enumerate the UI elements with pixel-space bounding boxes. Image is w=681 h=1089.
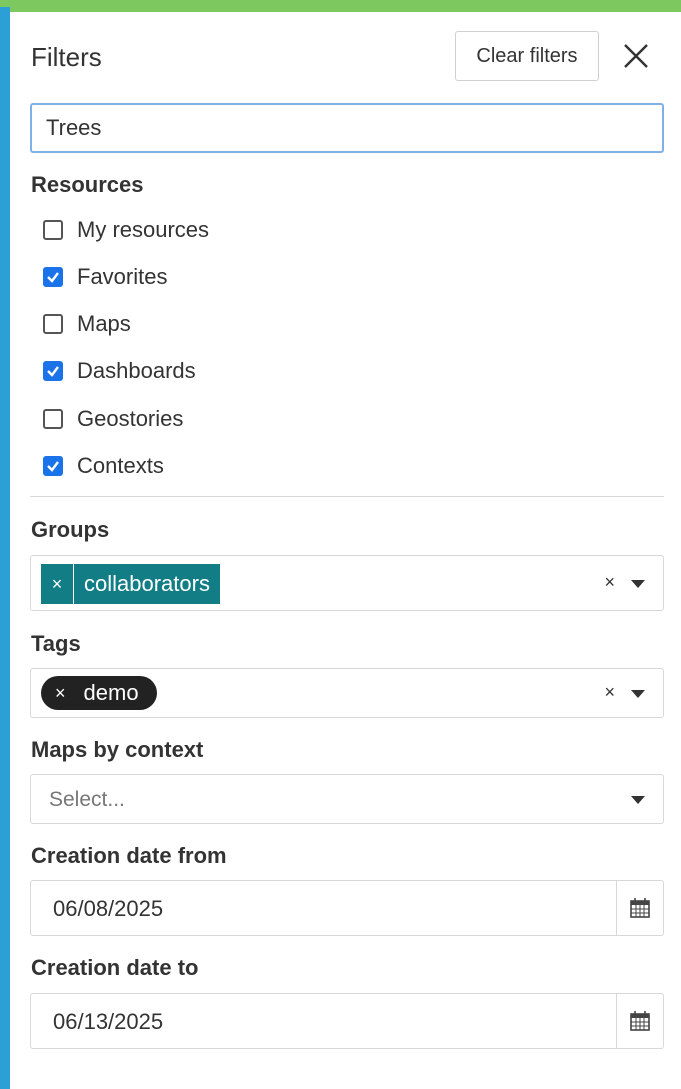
resource-label: Favorites (77, 264, 168, 289)
checkmark-icon (47, 366, 59, 377)
checkbox[interactable] (43, 456, 63, 476)
maps-by-context-label: Maps by context (31, 737, 204, 762)
clear-icon[interactable]: × (604, 572, 615, 593)
filters-panel: Filters Clear filters Resources My resou… (10, 12, 681, 1089)
panel-title: Filters (31, 42, 102, 72)
search-input[interactable] (30, 103, 664, 153)
tag-chip: × demo (41, 676, 157, 710)
clear-filters-button[interactable]: Clear filters (455, 31, 599, 81)
date-value: 06/08/2025 (53, 896, 164, 921)
creation-date-to-field[interactable]: 06/13/2025 (30, 993, 664, 1049)
divider (30, 496, 664, 497)
close-icon[interactable] (620, 40, 652, 72)
checkbox[interactable] (43, 314, 63, 334)
chevron-down-icon[interactable] (631, 690, 645, 698)
date-value: 06/13/2025 (53, 1009, 164, 1034)
calendar-button[interactable] (616, 881, 663, 935)
chevron-down-icon[interactable] (631, 580, 645, 588)
resource-label: Geostories (77, 406, 184, 431)
checkbox[interactable] (43, 409, 63, 429)
resource-geostories[interactable]: Geostories (43, 404, 183, 434)
chip-label: demo (83, 680, 139, 705)
creation-date-from-label: Creation date from (31, 843, 227, 868)
top-border (0, 0, 681, 7)
creation-date-from-field[interactable]: 06/08/2025 (30, 880, 664, 936)
resource-label: Dashboards (77, 358, 196, 383)
maps-by-context-select[interactable]: Select... (30, 774, 664, 824)
resource-maps[interactable]: Maps (43, 309, 131, 339)
left-accent-bar (0, 7, 10, 1089)
chip-label: collaborators (84, 571, 210, 596)
calendar-icon (630, 898, 650, 918)
resource-favorites[interactable]: Favorites (43, 262, 167, 292)
remove-chip-icon[interactable]: × (41, 564, 74, 604)
select-placeholder: Select... (49, 788, 125, 811)
checkbox[interactable] (43, 361, 63, 381)
checkbox[interactable] (43, 267, 63, 287)
checkmark-icon (47, 461, 59, 472)
checkmark-icon (47, 272, 59, 283)
resource-label: My resources (77, 217, 210, 242)
resource-label: Maps (77, 311, 131, 336)
chevron-down-icon[interactable] (631, 796, 645, 804)
remove-chip-icon[interactable]: × (55, 683, 66, 704)
resource-my-resources[interactable]: My resources (43, 215, 209, 245)
clear-icon[interactable]: × (604, 682, 615, 703)
resource-label: Contexts (77, 453, 164, 478)
calendar-button[interactable] (616, 994, 663, 1048)
group-chip: × collaborators (41, 564, 220, 604)
resource-contexts[interactable]: Contexts (43, 451, 164, 481)
creation-date-to-label: Creation date to (31, 955, 199, 980)
resource-dashboards[interactable]: Dashboards (43, 356, 196, 386)
tags-label: Tags (31, 631, 81, 656)
calendar-icon (630, 1011, 650, 1031)
groups-label: Groups (31, 517, 110, 542)
resources-label: Resources (31, 172, 144, 197)
checkbox[interactable] (43, 220, 63, 240)
groups-select[interactable]: × collaborators × (30, 555, 664, 611)
tags-select[interactable]: × demo × (30, 668, 664, 718)
